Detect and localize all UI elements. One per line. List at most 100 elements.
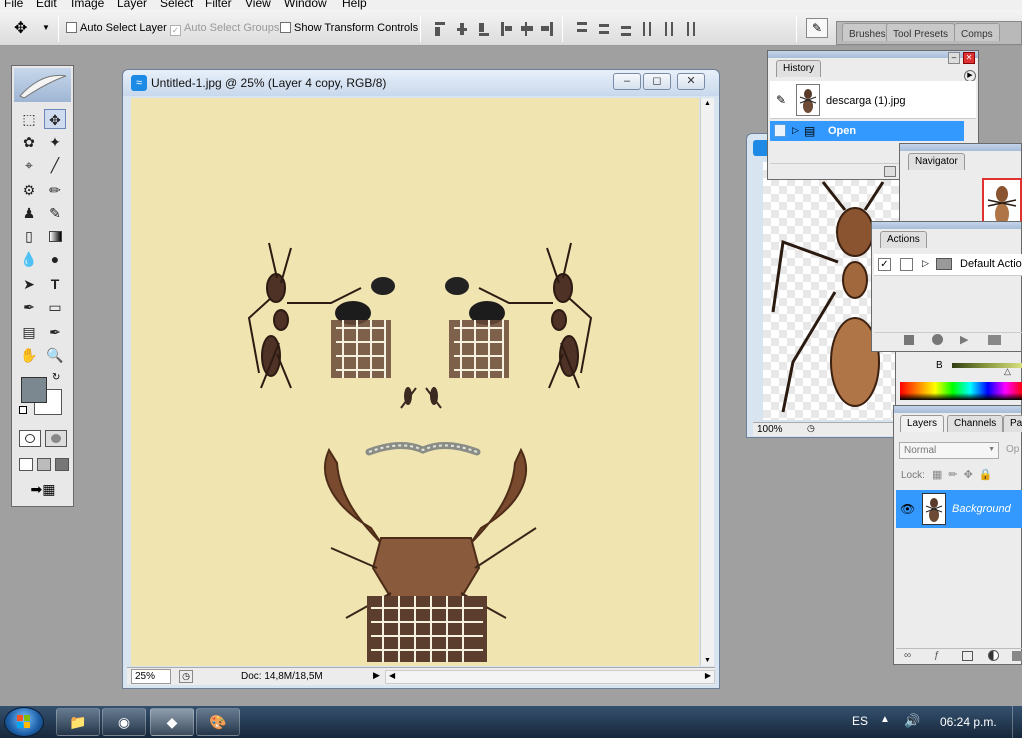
scroll-left-icon[interactable]: ◀ [389,671,395,680]
clock[interactable]: 06:24 p.m. [940,715,997,729]
align-right-edges-icon[interactable] [540,21,553,37]
distribute-horizontal-centers-icon[interactable] [662,21,674,37]
scroll-right-icon[interactable]: ▶ [705,671,711,680]
image-canvas[interactable] [131,98,699,666]
maximize-button[interactable]: ◻ [643,73,671,90]
action-toggle-checkbox[interactable]: ✓ [878,258,891,271]
foreground-color-swatch-front[interactable] [21,377,47,403]
standard-mode-icon[interactable] [19,430,41,447]
dodge-tool-icon[interactable]: ● [44,249,66,269]
quick-mask-mode-icon[interactable] [45,430,67,447]
action-set-row[interactable]: ✓ ▷ Default Actions [874,254,1022,276]
history-state-row[interactable]: ▷ ▤ Open [770,121,964,141]
status-menu-arrow-icon[interactable]: ▶ [373,670,380,681]
chrome-taskbar-icon[interactable]: ◉ [102,708,146,736]
jump-to-imageready-icon[interactable]: ➡▦ [20,481,66,499]
windows-start-button[interactable] [4,707,44,737]
adjustment-layer-icon[interactable] [988,650,999,661]
menu-window[interactable]: Window [284,0,327,10]
expand-arrow-icon[interactable]: ▷ [922,258,929,269]
scroll-down-icon[interactable]: ▼ [704,657,711,664]
history-snapshot-row[interactable]: ✎ descarga (1).jpg [770,81,976,119]
lock-icons[interactable]: ▦✏✥🔒 [932,468,999,481]
volume-icon[interactable]: 🔊 [904,713,920,729]
menu-edit[interactable]: Edit [36,0,57,10]
auto-select-groups-option[interactable]: ✓ Auto Select Groups [170,22,279,36]
menu-image[interactable]: Image [71,0,104,10]
distribute-left-edges-icon[interactable] [642,21,654,37]
menu-select[interactable]: Select [160,0,193,10]
menu-file[interactable]: File [4,0,23,10]
full-screen-menu-mode-icon[interactable] [37,458,51,471]
show-transform-controls-checkbox[interactable] [280,22,291,33]
swap-colors-icon[interactable]: ↻ [52,372,60,383]
show-transform-controls-option[interactable]: Show Transform Controls [280,22,418,34]
tray-expand-icon[interactable]: ▲ [880,714,890,725]
menu-view[interactable]: View [245,0,271,10]
zoom-level[interactable]: 25% [131,669,171,684]
file-browser-icon[interactable]: ✎ [806,18,828,38]
stop-icon[interactable] [904,335,914,345]
show-desktop-button[interactable] [1012,706,1022,738]
zoom-tool-icon[interactable]: 🔍 [44,345,66,365]
align-vertical-centers-icon[interactable] [456,21,468,37]
auto-select-layer-checkbox[interactable] [66,22,77,33]
paint-taskbar-icon[interactable]: 🎨 [196,708,240,736]
pen-tool-icon[interactable]: ✒ [18,297,40,317]
tab-actions[interactable]: Actions [880,231,927,248]
close-button[interactable]: ✕ [677,73,705,90]
type-tool-icon[interactable]: T [44,274,66,294]
tab-navigator[interactable]: Navigator [908,153,965,170]
status-preview-icon[interactable]: ◷ [179,670,193,683]
color-slider[interactable] [952,363,1022,368]
panel-minimize-icon[interactable]: – [948,52,960,64]
tab-tool-presets[interactable]: Tool Presets [886,23,956,41]
distribute-right-edges-icon[interactable] [682,21,695,37]
full-screen-mode-icon[interactable] [55,458,69,471]
history-brush-source-icon[interactable]: ✎ [776,93,786,107]
rectangle-tool-icon[interactable]: ▭ [44,297,66,317]
blend-mode-select[interactable]: Normal ▼ [899,442,999,459]
action-dialog-toggle[interactable] [900,258,913,271]
menu-help[interactable]: Help [342,0,367,10]
new-group-icon[interactable] [1012,651,1022,661]
distribute-bottom-edges-icon[interactable] [620,21,632,37]
second-zoom-level[interactable]: 100% [757,424,783,435]
magic-wand-tool-icon[interactable]: ✦ [44,132,66,152]
align-horizontal-centers-icon[interactable] [520,21,533,37]
new-document-from-state-icon[interactable] [884,166,896,177]
move-tool-icon[interactable]: ✥ [14,18,27,38]
scroll-up-icon[interactable]: ▲ [704,100,711,107]
marquee-tool-icon[interactable]: ⬚ [18,109,40,129]
lasso-tool-icon[interactable]: ✿ [18,132,40,152]
menu-filter[interactable]: Filter [205,0,232,10]
path-selection-tool-icon[interactable]: ➤ [18,274,40,294]
language-indicator[interactable]: ES [852,714,868,728]
menu-layer[interactable]: Layer [117,0,147,10]
history-brush-checkbox[interactable] [774,124,786,137]
tab-comps[interactable]: Comps [954,23,1000,41]
gradient-tool-icon[interactable] [44,226,66,246]
crop-tool-icon[interactable]: ⌖ [18,155,40,175]
eraser-tool-icon[interactable]: ▯ [18,226,40,246]
distribute-vertical-centers-icon[interactable] [598,21,610,37]
horizontal-scrollbar[interactable]: ◀ ▶ [385,670,715,684]
history-brush-tool-icon[interactable]: ✎ [44,203,66,223]
record-icon[interactable] [932,334,943,345]
color-ramp[interactable] [900,382,1022,400]
tool-preset-dropdown-icon[interactable]: ▼ [42,23,50,32]
hand-tool-icon[interactable]: ✋ [18,345,40,365]
layer-row-background[interactable]: 👁 Background [896,490,1022,528]
brush-tool-icon[interactable]: ✏ [44,180,66,200]
eyedropper-tool-icon[interactable]: ✒ [44,322,66,342]
play-icon[interactable]: ▶ [960,333,968,346]
tab-layers[interactable]: Layers [900,415,945,432]
notes-tool-icon[interactable]: ▤ [18,322,40,342]
align-left-edges-icon[interactable] [500,21,512,37]
new-set-icon[interactable] [988,335,1001,345]
photoshop-taskbar-icon[interactable]: ◆ [150,708,194,736]
tab-paths[interactable]: Paths [1003,415,1022,432]
tab-history[interactable]: History [776,60,822,77]
status-preview-icon[interactable]: ◷ [807,423,815,434]
explorer-taskbar-icon[interactable]: 📁 [56,708,100,736]
